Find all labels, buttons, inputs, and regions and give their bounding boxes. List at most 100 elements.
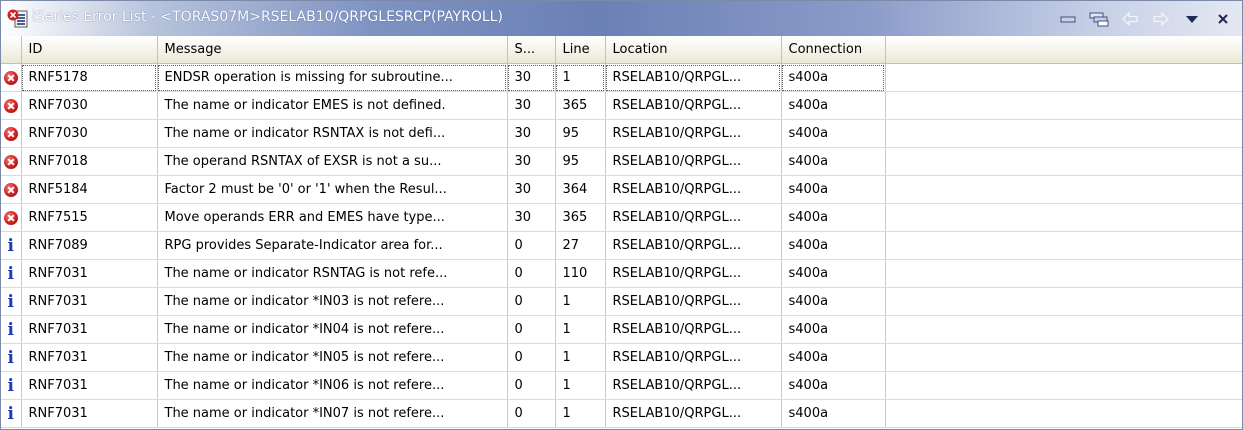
cell-message: Move operands ERR and EMES have type...: [157, 203, 508, 232]
cell-id: RNF7089: [21, 231, 158, 260]
cell-severity: 0: [507, 231, 556, 260]
cell-line: 1: [555, 287, 606, 316]
cell-severity: 0: [507, 315, 556, 344]
cell-location: RSELAB10/QRPGL...: [605, 63, 782, 92]
table-row[interactable]: RNF5184 Factor 2 must be '0' or '1' when …: [1, 175, 1242, 204]
table-row[interactable]: RNF7018 The operand RSNTAX of EXSR is not…: [1, 147, 1242, 176]
table-row[interactable]: i RNF7031 The name or indicator *IN04 is n…: [1, 315, 1242, 344]
cell-id: RNF7031: [21, 315, 158, 344]
cell-line: 27: [555, 231, 606, 260]
severity-icon-cell: [1, 63, 22, 92]
table-row[interactable]: RNF5178 ENDSR operation is missing for su…: [1, 63, 1242, 92]
cell-location: RSELAB10/QRPGL...: [605, 371, 782, 400]
table-row[interactable]: i RNF7031 The name or indicator *IN05 is n…: [1, 343, 1242, 372]
cell-filler: [885, 91, 1242, 120]
cell-line: 95: [555, 119, 606, 148]
info-icon: i: [7, 375, 14, 396]
cell-filler: [885, 203, 1242, 232]
cell-id: RNF7031: [21, 399, 158, 428]
cell-message: The name or indicator *IN03 is not refer…: [157, 287, 508, 316]
cell-severity: 30: [507, 175, 556, 204]
cell-location: RSELAB10/QRPGL...: [605, 315, 782, 344]
severity-icon-cell: i: [1, 315, 22, 344]
cell-connection: s400a: [781, 343, 886, 372]
cell-message: The name or indicator *IN04 is not refer…: [157, 315, 508, 344]
cell-severity: 0: [507, 399, 556, 428]
cell-location: RSELAB10/QRPGL...: [605, 147, 782, 176]
severity-icon-cell: [1, 175, 22, 204]
table-header: ID Message S... Line Location Connection: [1, 36, 1242, 64]
table-row[interactable]: i RNF7031 The name or indicator *IN03 is n…: [1, 287, 1242, 316]
cell-line: 95: [555, 147, 606, 176]
cell-connection: s400a: [781, 287, 886, 316]
column-header-connection[interactable]: Connection: [781, 36, 886, 64]
cell-line: 1: [555, 343, 606, 372]
cell-id: RNF7030: [21, 91, 158, 120]
error-icon: [3, 126, 18, 141]
info-icon: i: [7, 263, 14, 284]
error-icon: [3, 182, 18, 197]
column-header-message[interactable]: Message: [157, 36, 508, 64]
close-icon[interactable]: [1209, 7, 1236, 31]
cell-severity: 30: [507, 119, 556, 148]
error-icon: [3, 210, 18, 225]
cell-connection: s400a: [781, 315, 886, 344]
cell-line: 1: [555, 315, 606, 344]
minimize-icon[interactable]: [1054, 7, 1081, 31]
cell-location: RSELAB10/QRPGL...: [605, 91, 782, 120]
cell-location: RSELAB10/QRPGL...: [605, 343, 782, 372]
cell-line: 1: [555, 399, 606, 428]
forward-arrow-icon[interactable]: [1147, 7, 1174, 31]
table-row[interactable]: RNF7030 The name or indicator RSNTAX is n…: [1, 119, 1242, 148]
cell-filler: [885, 63, 1242, 92]
cell-location: RSELAB10/QRPGL...: [605, 287, 782, 316]
severity-icon-cell: [1, 147, 22, 176]
column-header-line[interactable]: Line: [555, 36, 606, 64]
column-header-id[interactable]: ID: [21, 36, 158, 64]
info-icon: i: [7, 319, 14, 340]
column-header-location[interactable]: Location: [605, 36, 782, 64]
cell-severity: 0: [507, 287, 556, 316]
cell-id: RNF7018: [21, 147, 158, 176]
cell-connection: s400a: [781, 147, 886, 176]
severity-icon-cell: i: [1, 231, 22, 260]
cell-line: 364: [555, 175, 606, 204]
cell-connection: s400a: [781, 259, 886, 288]
cell-severity: 30: [507, 63, 556, 92]
severity-icon-cell: [1, 91, 22, 120]
cell-message: Factor 2 must be '0' or '1' when the Res…: [157, 175, 508, 204]
table-row[interactable]: i RNF7031 The name or indicator RSNTAG is …: [1, 259, 1242, 288]
cell-filler: [885, 175, 1242, 204]
column-header-severity[interactable]: S...: [507, 36, 556, 64]
cell-connection: s400a: [781, 175, 886, 204]
cell-severity: 0: [507, 259, 556, 288]
table-row[interactable]: RNF7030 The name or indicator EMES is not…: [1, 91, 1242, 120]
error-icon: [3, 154, 18, 169]
table-row[interactable]: i RNF7089 RPG provides Separate-Indicator …: [1, 231, 1242, 260]
cell-location: RSELAB10/QRPGL...: [605, 203, 782, 232]
cell-id: RNF7031: [21, 287, 158, 316]
cell-connection: s400a: [781, 119, 886, 148]
cell-line: 110: [555, 259, 606, 288]
cell-filler: [885, 399, 1242, 428]
severity-icon-cell: i: [1, 371, 22, 400]
cell-id: RNF5184: [21, 175, 158, 204]
cell-id: RNF7031: [21, 371, 158, 400]
back-arrow-icon[interactable]: [1116, 7, 1143, 31]
cell-id: RNF5178: [21, 63, 158, 92]
layout-icon[interactable]: [1085, 7, 1112, 31]
cell-connection: s400a: [781, 91, 886, 120]
cell-filler: [885, 147, 1242, 176]
table-row[interactable]: i RNF7031 The name or indicator *IN06 is n…: [1, 371, 1242, 400]
view-menu-icon[interactable]: [1178, 7, 1205, 31]
table-row[interactable]: i RNF7031 The name or indicator *IN07 is n…: [1, 399, 1242, 428]
cell-filler: [885, 119, 1242, 148]
severity-icon-cell: i: [1, 343, 22, 372]
table-row[interactable]: RNF7515 Move operands ERR and EMES have t…: [1, 203, 1242, 232]
cell-connection: s400a: [781, 63, 886, 92]
view-title: iSeries Error List - <TORAS07M>RSELAB10/…: [32, 9, 503, 25]
error-icon: [3, 70, 18, 85]
cell-location: RSELAB10/QRPGL...: [605, 259, 782, 288]
cell-id: RNF7031: [21, 343, 158, 372]
column-header-icon[interactable]: [1, 36, 22, 64]
